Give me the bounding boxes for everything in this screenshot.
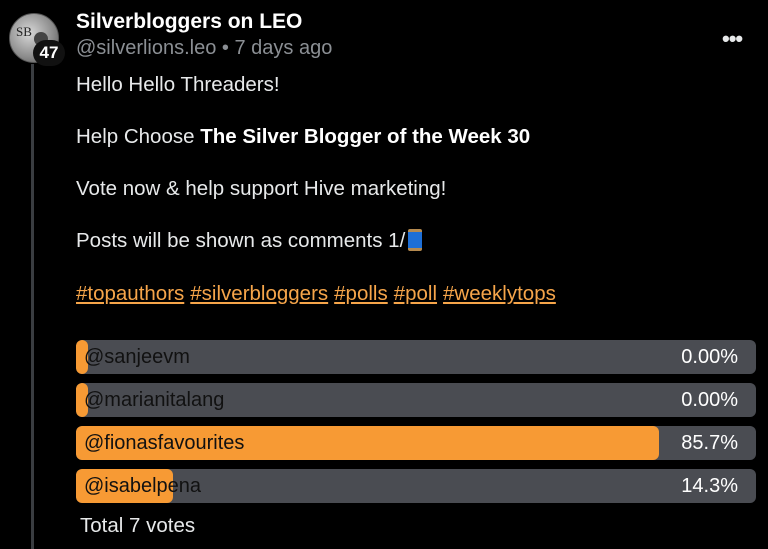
hashtag-link[interactable]: #poll bbox=[394, 282, 437, 305]
poll-option[interactable]: @marianitalang 0.00% bbox=[76, 383, 756, 417]
thread-line bbox=[31, 64, 34, 549]
poll-option-percent: 85.7% bbox=[681, 432, 738, 454]
poll-option[interactable]: @sanjeevm 0.00% bbox=[76, 340, 756, 374]
help-bold: The Silver Blogger of the Week 30 bbox=[200, 125, 531, 148]
help-prefix: Help Choose bbox=[76, 125, 201, 148]
spool-of-thread-icon bbox=[408, 229, 423, 251]
hashtag-link[interactable]: #polls bbox=[334, 282, 388, 305]
poll-option-label: @sanjeevm bbox=[84, 346, 190, 368]
poll-option-percent: 0.00% bbox=[681, 389, 738, 411]
author-handle-time: @silverlions.leo • 7 days ago bbox=[76, 37, 333, 59]
poll-option-percent: 14.3% bbox=[681, 475, 738, 497]
hashtag-link[interactable]: #silverbloggers bbox=[190, 282, 328, 305]
post-greeting: Hello Hello Threaders! bbox=[76, 73, 280, 96]
poll-option-label: @marianitalang bbox=[84, 389, 225, 411]
post-posts-line: Posts will be shown as comments 1/ bbox=[76, 229, 423, 253]
poll-option-label: @isabelpena bbox=[84, 475, 202, 497]
poll-option[interactable]: @isabelpena 14.3% bbox=[76, 469, 756, 503]
avatar-logo-text: SB bbox=[16, 24, 32, 39]
post-help-line: Help Choose The Silver Blogger of the We… bbox=[76, 125, 530, 149]
poll-option-percent: 0.00% bbox=[681, 346, 738, 368]
hashtag-link[interactable]: #weeklytops bbox=[443, 282, 556, 305]
poll-total-votes: Total 7 votes bbox=[80, 514, 196, 537]
level-badge: 47 bbox=[33, 40, 65, 66]
more-options-icon[interactable]: ••• bbox=[722, 26, 743, 52]
posts-text: Posts will be shown as comments 1/ bbox=[76, 229, 406, 252]
poll-option-label: @fionasfavourites bbox=[84, 432, 245, 454]
author-name[interactable]: Silverbloggers on LEO bbox=[76, 10, 302, 34]
hashtag-link[interactable]: #topauthors bbox=[76, 282, 184, 305]
hashtag-list: #topauthors #silverbloggers #polls #poll #we… bbox=[76, 282, 562, 306]
post-vote-line: Vote now & help support Hive marketing! bbox=[76, 177, 447, 200]
poll-option[interactable]: @fionasfavourites 85.7% bbox=[76, 426, 756, 460]
